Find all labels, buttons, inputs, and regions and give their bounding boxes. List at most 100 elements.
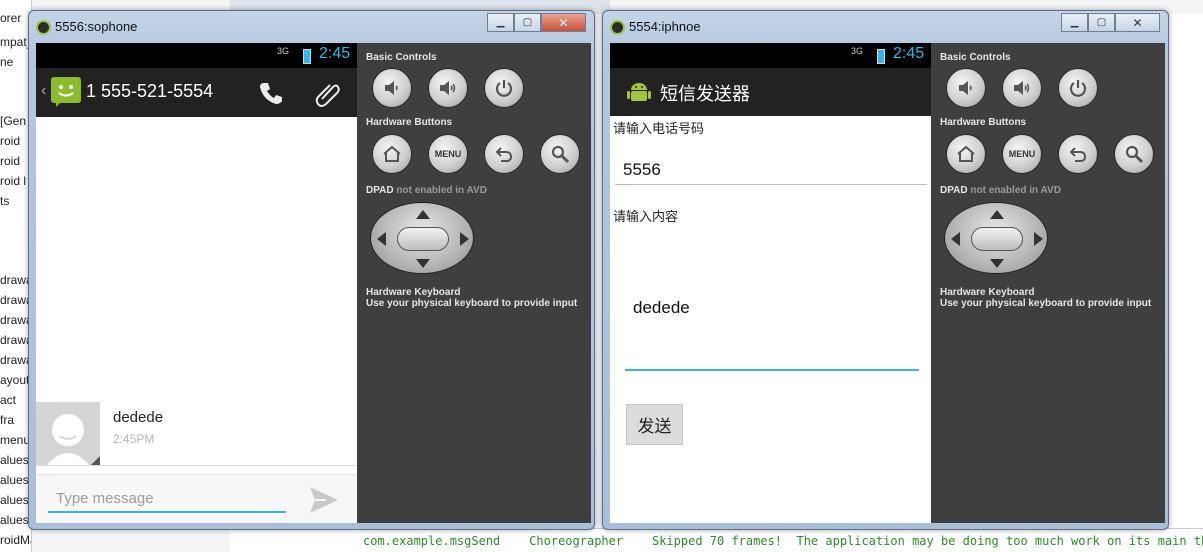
maximize-button[interactable]: ▢ [514,13,541,32]
status-clock: 2:45 [319,45,351,62]
tree-item[interactable]: roid [0,151,20,171]
volume-down-button[interactable] [946,68,986,108]
tree-item[interactable]: roid l [0,171,26,191]
window-controls: ▁ ▢ ✕ [1061,13,1160,32]
home-button[interactable] [946,134,986,174]
hardware-keyboard-note: Use your physical keyboard to provide in… [366,298,578,309]
send-button[interactable]: 发送 [626,404,683,445]
compose-bar [36,474,358,523]
search-button[interactable] [540,134,580,174]
attachment-paperclip-icon[interactable] [314,79,342,107]
volume-up-icon [440,81,456,95]
battery-icon [877,49,885,64]
app-title: 短信发送器 [660,84,750,105]
device-screen[interactable]: 3G 2:45 ‹ 1 555-521-5554 dedede 2:45PM [36,43,358,523]
tree-item[interactable]: alues [0,470,29,490]
tree-item[interactable]: alues [0,510,29,530]
tree-item[interactable]: menu [0,430,30,450]
dpad-left-icon[interactable] [951,232,960,246]
hardware-buttons-label: Hardware Buttons [366,117,453,128]
close-button[interactable]: ✕ [1115,13,1160,32]
send-arrow-icon[interactable] [308,485,340,515]
dpad-up-icon[interactable] [990,210,1004,219]
ide-console: com.example.msgSend Choreographer Skippe… [230,528,1203,552]
tree-item[interactable]: ts [0,191,9,211]
back-button[interactable] [1058,134,1098,174]
messaging-action-bar: ‹ 1 555-521-5554 [36,68,358,117]
back-arrow-icon [495,147,513,162]
power-button[interactable] [1058,68,1098,108]
emulator-window-5556[interactable]: 5556:sophone ▁ ▢ ✕ 3G 2:45 ‹ 1 555-521-5… [28,10,595,530]
volume-down-button[interactable] [372,68,412,108]
hardware-keyboard-label: Hardware Keyboard [940,287,1035,298]
back-chevron-icon[interactable]: ‹ [41,82,46,100]
tree-item[interactable]: ne [0,52,13,72]
tree-item[interactable]: alues [0,450,29,470]
contact-number: 1 555-521-5554 [86,81,214,101]
close-button[interactable]: ✕ [541,13,586,32]
search-button[interactable] [1114,134,1154,174]
dpad-left-icon[interactable] [377,232,386,246]
home-icon [957,145,975,162]
hardware-keyboard-note: Use your physical keyboard to provide in… [940,298,1152,309]
volume-up-icon [1014,81,1030,95]
tree-item[interactable]: roidManifest.xml [0,530,31,550]
minimize-button[interactable]: ▁ [1061,13,1088,32]
tree-item[interactable]: fra [0,410,14,430]
status-bar: 3G 2:45 [36,43,358,68]
menu-label: MENU [1008,149,1036,159]
menu-button[interactable]: MENU [428,134,468,174]
dpad-note: not enabled in AVD [396,185,487,196]
android-icon [610,20,625,35]
tree-item[interactable]: roid [0,131,20,151]
device-screen[interactable]: 3G 2:45 短信发送器 请输入电话号码 请输入内容 发送 [610,43,932,523]
emulator-window-5554[interactable]: 5554:iphnoe ▁ ▢ ✕ 3G 2:45 短信发送器 请输入电话号码 … [602,10,1169,530]
android-robot-icon[interactable] [626,79,652,105]
dpad-title: DPAD [940,185,968,196]
dpad-down-icon[interactable] [416,259,430,268]
console-log-line: com.example.msgSend Choreographer Skippe… [363,534,1203,548]
status-bar: 3G 2:45 [610,43,932,68]
home-button[interactable] [372,134,412,174]
tree-item[interactable]: orer [0,8,21,28]
search-icon [551,145,570,164]
basic-controls-label: Basic Controls [366,52,437,63]
power-icon [1069,80,1087,97]
phone-number-input[interactable] [615,155,927,185]
volume-up-button[interactable] [428,68,468,108]
volume-down-icon [959,81,972,95]
back-button[interactable] [484,134,524,174]
menu-label: MENU [434,149,462,159]
signal-3g-icon: 3G [277,46,290,56]
dpad-down-icon[interactable] [990,259,1004,268]
messaging-app-icon[interactable] [51,77,81,107]
maximize-button[interactable]: ▢ [1088,13,1115,32]
message-content-input[interactable] [625,293,919,371]
dpad-control[interactable] [370,202,474,274]
battery-icon [303,49,311,64]
signal-3g-icon: 3G [851,46,864,56]
message-compose-input[interactable] [48,485,286,513]
power-button[interactable] [484,68,524,108]
dpad-right-icon[interactable] [460,232,469,246]
ide-editor-edge [1168,14,1203,528]
hardware-keyboard-label: Hardware Keyboard [366,287,461,298]
dpad-center-button[interactable] [971,227,1023,251]
status-clock: 2:45 [893,45,925,62]
android-icon [36,20,51,35]
dpad-up-icon[interactable] [416,210,430,219]
home-icon [383,145,401,162]
tree-item[interactable]: [Gen [0,111,26,131]
dpad-label: DPAD not enabled in AVD [366,185,487,196]
dpad-right-icon[interactable] [1034,232,1043,246]
dpad-center-button[interactable] [397,227,449,251]
minimize-button[interactable]: ▁ [487,13,514,32]
volume-up-button[interactable] [1002,68,1042,108]
volume-down-icon [385,81,398,95]
tree-item[interactable]: act [0,390,16,410]
menu-button[interactable]: MENU [1002,134,1042,174]
tree-item[interactable]: alues [0,490,29,510]
dpad-control[interactable] [944,202,1048,274]
tree-item[interactable]: ayout [0,370,29,390]
phone-call-icon[interactable] [258,80,284,106]
